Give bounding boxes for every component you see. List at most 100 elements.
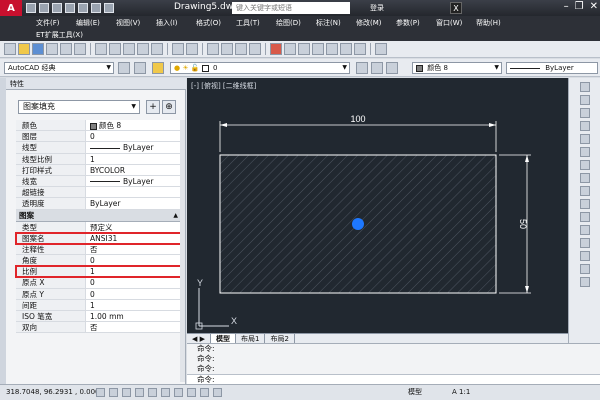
menu-item-tools[interactable]: 工具(T)	[236, 18, 276, 28]
new-icon[interactable]	[26, 3, 36, 13]
help-icon[interactable]	[354, 43, 366, 55]
property-row-lineweight[interactable]: 线宽 ByLayer	[16, 175, 184, 188]
property-row-transparency[interactable]: 透明度 ByLayer	[16, 198, 184, 210]
minimize-icon[interactable]: –	[564, 1, 569, 12]
extend-icon[interactable]	[579, 212, 590, 222]
object-type-select[interactable]: 图案填充 ▼	[18, 100, 140, 114]
dyn-icon[interactable]	[187, 388, 196, 397]
block-editor-icon[interactable]	[151, 43, 163, 55]
property-row-annotative[interactable]: 注释性否	[16, 243, 184, 256]
restore-icon[interactable]: ❐	[575, 1, 584, 12]
chamfer-icon[interactable]	[579, 251, 590, 261]
quickcalc-icon[interactable]	[340, 43, 352, 55]
cut-icon[interactable]	[95, 43, 107, 55]
model-space-toggle[interactable]: 模型	[408, 385, 422, 400]
layer-previous-icon[interactable]	[371, 62, 383, 74]
menu-item-edit[interactable]: 编辑(E)	[76, 18, 116, 28]
offset-icon[interactable]	[579, 121, 590, 131]
explode-icon[interactable]	[579, 277, 590, 287]
scale-icon[interactable]	[579, 173, 590, 183]
tool-palettes-icon[interactable]	[298, 43, 310, 55]
layer-manager-icon[interactable]	[152, 62, 164, 74]
gear-icon[interactable]	[118, 62, 130, 74]
undo-icon[interactable]	[172, 43, 184, 55]
lineweight-icon[interactable]	[200, 388, 209, 397]
join-icon[interactable]	[579, 238, 590, 248]
undo-icon[interactable]	[91, 3, 101, 13]
copy-icon[interactable]	[109, 43, 121, 55]
markup-icon[interactable]	[326, 43, 338, 55]
menu-item-file[interactable]: 文件(F)	[36, 18, 76, 28]
print-preview-icon[interactable]	[60, 43, 72, 55]
property-row-angle[interactable]: 角度 0	[16, 255, 184, 267]
search-input[interactable]: 键入关键字或短语	[232, 2, 350, 14]
tab-nav-arrows[interactable]: ◀ ▶	[187, 333, 211, 344]
exchange-icon[interactable]: X	[450, 2, 462, 14]
save-icon[interactable]	[52, 3, 62, 13]
property-row-double[interactable]: 双向否	[16, 322, 184, 334]
menu-item-view[interactable]: 视图(V)	[116, 18, 156, 28]
polar-icon[interactable]	[135, 388, 144, 397]
workspace-menu-icon[interactable]	[134, 62, 146, 74]
toggle-pickadd-icon[interactable]: +	[146, 100, 160, 114]
publish-icon[interactable]	[74, 43, 86, 55]
drawing-area[interactable]: [-] [俯视] [二维线框] 100 50 Y X	[187, 78, 568, 333]
transparency-icon[interactable]	[213, 388, 222, 397]
tab-layout1[interactable]: 布局1	[236, 333, 266, 344]
menu-item-parametric[interactable]: 参数(P)	[396, 18, 436, 28]
property-row-layer[interactable]: 图层 0	[16, 131, 184, 143]
menu-item-format[interactable]: 格式(O)	[196, 18, 236, 28]
zoom-realtime-icon[interactable]	[221, 43, 233, 55]
menu-item-window[interactable]: 窗口(W)	[436, 18, 476, 28]
snap-icon[interactable]	[96, 388, 105, 397]
move-icon[interactable]	[579, 147, 590, 157]
grid-icon[interactable]	[109, 388, 118, 397]
command-input[interactable]: 命令:	[187, 374, 600, 384]
zoom-previous-icon[interactable]	[249, 43, 261, 55]
menu-item-insert[interactable]: 插入(I)	[156, 18, 196, 28]
new-icon[interactable]	[4, 43, 16, 55]
ortho-icon[interactable]	[122, 388, 131, 397]
property-row-plotstyle[interactable]: 打印样式 BYCOLOR	[16, 164, 184, 176]
saveas-icon[interactable]	[65, 3, 75, 13]
paste-icon[interactable]	[123, 43, 135, 55]
open-icon[interactable]	[18, 43, 30, 55]
property-row-ltscale[interactable]: 线型比例 1	[16, 153, 184, 165]
annotation-scale[interactable]: A 1:1	[452, 385, 470, 400]
break-icon[interactable]	[579, 225, 590, 235]
fillet-icon[interactable]	[579, 264, 590, 274]
layer-states-icon[interactable]	[386, 62, 398, 74]
text-style-icon[interactable]	[375, 43, 387, 55]
app-logo[interactable]: A	[0, 0, 22, 16]
property-row-type[interactable]: 类型 预定义	[16, 221, 184, 233]
print-icon[interactable]	[78, 3, 88, 13]
property-row-pattern-name[interactable]: 图案名 ANSI31	[15, 231, 185, 245]
menu-item-et-tools[interactable]: ET扩展工具(X)	[0, 29, 600, 41]
zoom-window-icon[interactable]	[235, 43, 247, 55]
property-row-origin-x[interactable]: 原点 X0	[16, 277, 184, 289]
close-icon[interactable]: ✕	[590, 1, 598, 12]
property-row-scale[interactable]: 比例 1	[15, 265, 185, 279]
property-row-color[interactable]: 颜色 颜色 8	[16, 120, 184, 132]
sign-in-link[interactable]: 登录	[370, 3, 384, 13]
linetype-dropdown[interactable]: ByLayer	[506, 62, 598, 74]
print-icon[interactable]	[46, 43, 58, 55]
menu-item-draw[interactable]: 绘图(D)	[276, 18, 316, 28]
ducs-icon[interactable]	[174, 388, 183, 397]
osnap-icon[interactable]	[148, 388, 157, 397]
section-header-pattern[interactable]: 图案 ▲	[16, 209, 184, 222]
erase-icon[interactable]	[579, 82, 590, 92]
quick-select-icon[interactable]: ⊕	[162, 100, 176, 114]
palette-scrollbar[interactable]	[180, 120, 185, 382]
copy-object-icon[interactable]	[579, 95, 590, 105]
property-row-origin-y[interactable]: 原点 Y0	[16, 288, 184, 300]
stretch-icon[interactable]	[579, 186, 590, 196]
workspace-dropdown[interactable]: AutoCAD 经典 ▼	[4, 62, 114, 74]
palette-title-strip[interactable]	[0, 78, 6, 384]
property-row-spacing[interactable]: 间距 1	[16, 299, 184, 311]
layer-dropdown[interactable]: ● ☀ 🔓 0 ▼	[170, 62, 350, 74]
property-row-iso-pen-width[interactable]: ISO 笔宽 1.00 mm	[16, 311, 184, 323]
sheet-set-icon[interactable]	[312, 43, 324, 55]
redo-icon[interactable]	[186, 43, 198, 55]
color-dropdown[interactable]: 颜色 8 ▼	[412, 62, 502, 74]
